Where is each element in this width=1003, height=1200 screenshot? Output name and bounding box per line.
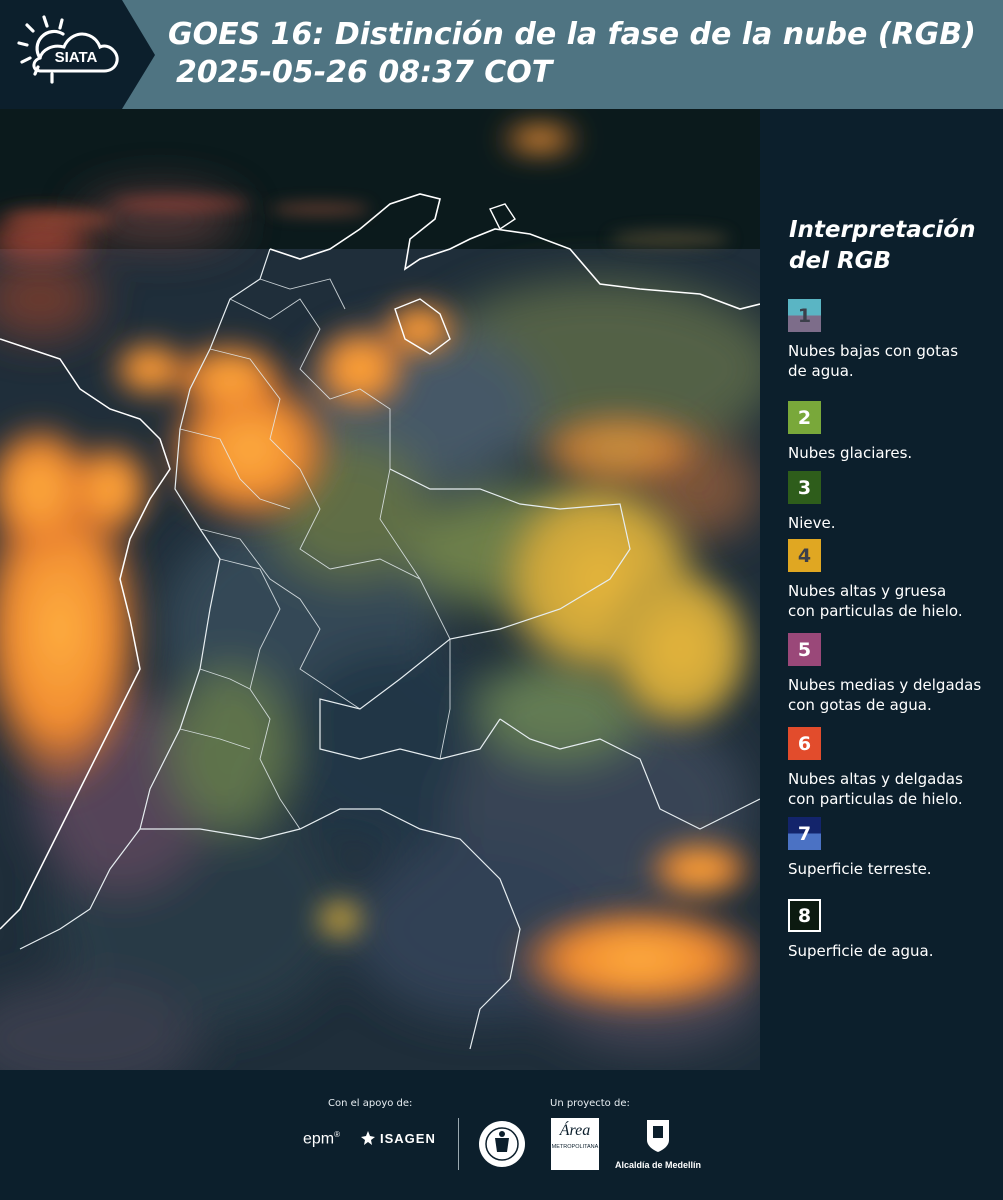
legend-label-line-2: con particulas de hielo. — [788, 602, 963, 620]
legend-item-5: 5 Nubes medias y delgadas con gotas de agu… — [788, 633, 998, 715]
project-label: Un proyecto de: — [550, 1098, 630, 1109]
area-metropolitana-logo: Área METROPOLITANA — [551, 1118, 599, 1170]
legend-label-line-1: Nubes bajas con gotas — [788, 342, 959, 360]
shield-icon — [647, 1120, 669, 1152]
legend-number: 6 — [797, 732, 812, 755]
legend-label: Nubes medias y delgadas con gotas de agua… — [788, 675, 998, 715]
legend-swatch-6: 6 — [788, 727, 821, 760]
legend-swatch-5: 5 — [788, 633, 821, 666]
legend-title: Interpretación del RGB — [789, 215, 989, 277]
legend-number: 8 — [797, 904, 812, 927]
siata-logo: SIATA — [0, 0, 155, 109]
legend-number: 2 — [797, 406, 812, 429]
legend-number: 3 — [797, 476, 812, 499]
legend-item-8: 8 Superficie de agua. — [788, 899, 998, 961]
legend-label: Nubes bajas con gotas de agua. — [788, 341, 998, 381]
legend-item-7: 7 Superficie terreste. — [788, 817, 998, 879]
legend-number: 4 — [797, 544, 812, 567]
legend-swatch-1: 1 — [788, 299, 821, 332]
legend-panel: Interpretación del RGB 1 Nubes bajas con … — [760, 109, 1003, 1070]
legend-label: Nieve. — [788, 513, 998, 533]
legend-label-line-1: Nubes glaciares. — [788, 444, 913, 462]
title-line-2: 2025-05-26 08:37 COT — [176, 55, 553, 90]
isagen-icon — [361, 1131, 375, 1145]
legend-label-line-2: con particulas de hielo. — [788, 790, 963, 808]
legend-item-3: 3 Nieve. — [788, 471, 998, 533]
legend-label-line-2: de agua. — [788, 362, 854, 380]
logo-text: SIATA — [55, 49, 98, 66]
legend-label: Superficie de agua. — [788, 941, 998, 961]
footer: Con el apoyo de: Un proyecto de: epm® IS… — [0, 1070, 1003, 1200]
legend-swatch-4: 4 — [788, 539, 821, 572]
rgb-satellite-image — [0, 109, 760, 1070]
support-label: Con el apoyo de: — [328, 1098, 413, 1109]
legend-number: 5 — [797, 638, 812, 661]
legend-swatch-8: 8 — [788, 899, 821, 932]
legend-title-line-2: del RGB — [789, 248, 892, 274]
alcaldia-medellin-logo: Alcaldía de Medellín — [612, 1118, 704, 1170]
legend-item-4: 4 Nubes altas y gruesa con particulas de h… — [788, 539, 998, 621]
legend-item-6: 6 Nubes altas y delgadas con particulas de… — [788, 727, 998, 809]
footer-divider — [458, 1118, 459, 1170]
legend-label: Superficie terreste. — [788, 859, 998, 879]
university-seal-logo — [479, 1121, 525, 1167]
legend-label-line-1: Nubes altas y delgadas — [788, 770, 963, 788]
legend-number: 7 — [797, 822, 812, 845]
page-title: GOES 16: Distinción de la fase de la nub… — [168, 16, 976, 92]
legend-label-line-2: con gotas de agua. — [788, 696, 932, 714]
legend-label-line-1: Nubes medias y delgadas — [788, 676, 982, 694]
legend-title-line-1: Interpretación — [789, 217, 976, 243]
legend-label-line-1: Superficie terreste. — [788, 860, 932, 878]
satellite-map — [0, 109, 760, 1070]
legend-label: Nubes altas y gruesa con particulas de hi… — [788, 581, 998, 621]
legend-item-2: 2 Nubes glaciares. — [788, 401, 998, 463]
legend-label-line-1: Nubes altas y gruesa — [788, 582, 947, 600]
legend-item-1: 1 Nubes bajas con gotas de agua. — [788, 299, 998, 381]
legend-number: 1 — [797, 304, 812, 327]
legend-swatch-3: 3 — [788, 471, 821, 504]
epm-logo: epm® — [303, 1130, 341, 1148]
legend-label-line-1: Nieve. — [788, 514, 836, 532]
legend-label: Nubes altas y delgadas con particulas de … — [788, 769, 998, 809]
legend-label-line-1: Superficie de agua. — [788, 942, 934, 960]
isagen-logo: ISAGEN — [360, 1130, 436, 1146]
legend-swatch-2: 2 — [788, 401, 821, 434]
legend-swatch-7: 7 — [788, 817, 821, 850]
legend-label: Nubes glaciares. — [788, 443, 998, 463]
header-bar: SIATA GOES 16: Distinción de la fase de … — [0, 0, 1003, 109]
title-line-1: GOES 16: Distinción de la fase de la nub… — [168, 17, 976, 52]
